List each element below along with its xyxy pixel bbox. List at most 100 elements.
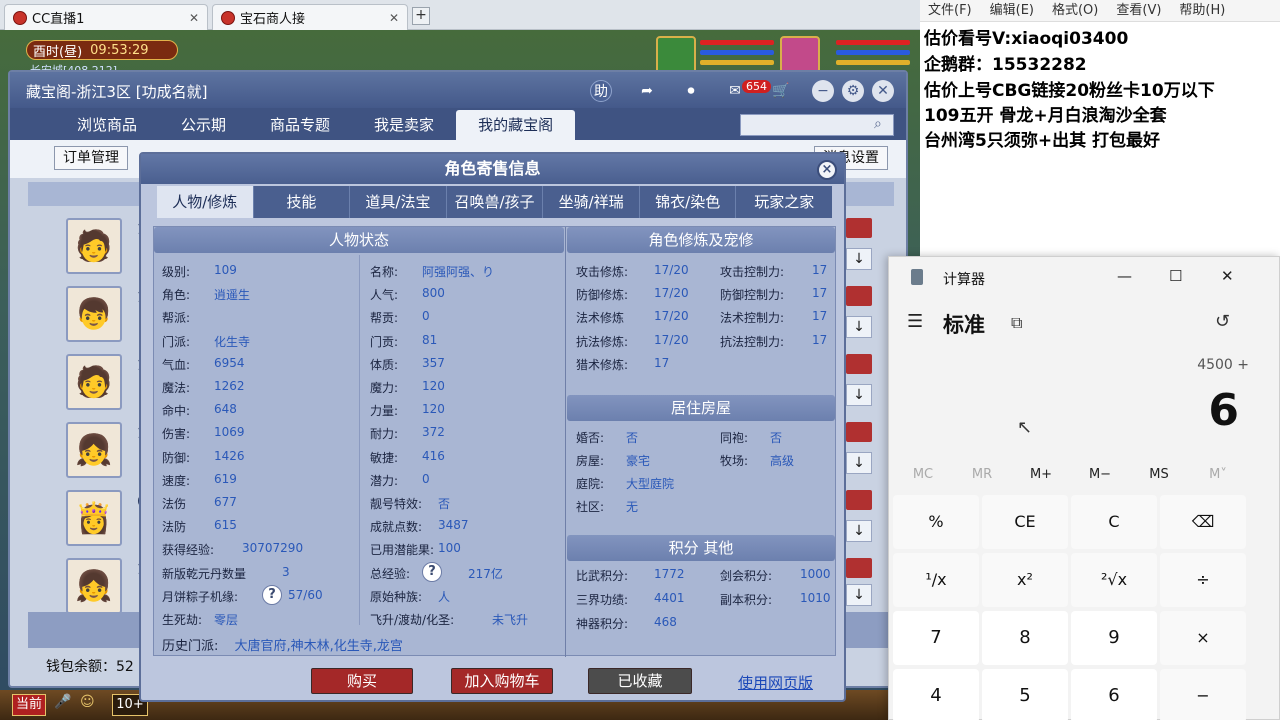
memory-button[interactable]: MS <box>1129 467 1189 482</box>
close-icon[interactable]: ✕ <box>872 80 894 102</box>
close-tab-icon[interactable]: ✕ <box>189 11 199 25</box>
notepad-line[interactable]: 估价上号CBG链接20粉丝卡10万以下 <box>924 76 1215 101</box>
memory-button[interactable]: MR <box>952 467 1012 482</box>
memory-button[interactable]: M− <box>1070 467 1130 482</box>
download-icon[interactable]: ↓ <box>846 316 872 338</box>
help-icon[interactable]: ? <box>422 561 442 582</box>
keep-on-top-icon[interactable]: ⧉ <box>1011 313 1022 333</box>
memory-button[interactable]: MC <box>893 467 953 482</box>
list-avatar[interactable]: 👧 <box>66 422 122 478</box>
hamburger-menu-icon[interactable]: ☰ <box>907 311 923 332</box>
nav-browse[interactable]: 浏览商品 <box>55 110 159 140</box>
new-tab-button[interactable]: + <box>412 7 430 25</box>
field-value: 1772 <box>654 567 685 581</box>
download-icon[interactable]: ↓ <box>846 248 872 270</box>
calc-key[interactable]: ÷ <box>1160 553 1246 607</box>
row-action-button[interactable] <box>846 422 872 442</box>
calc-key[interactable]: 7 <box>893 611 979 665</box>
notepad-line[interactable]: 台州湾5只须弥+出其 打包最好 <box>924 126 1160 151</box>
menu-file[interactable]: 文件(F) <box>928 0 972 21</box>
calc-key[interactable]: % <box>893 495 979 549</box>
tab-items[interactable]: 道具/法宝 <box>350 186 447 218</box>
nav-topics[interactable]: 商品专题 <box>248 110 352 140</box>
tab-pets[interactable]: 召唤兽/孩子 <box>447 186 544 218</box>
tab-outfits[interactable]: 锦衣/染色 <box>640 186 737 218</box>
share-icon[interactable]: ➦ <box>636 80 658 102</box>
calc-key[interactable]: ¹/x <box>893 553 979 607</box>
download-icon[interactable]: ↓ <box>846 520 872 542</box>
calc-key[interactable]: 6 <box>1071 669 1157 720</box>
download-icon[interactable]: ↓ <box>846 384 872 406</box>
memory-button[interactable]: M+ <box>1011 467 1071 482</box>
microphone-icon[interactable]: 🎤 <box>54 694 72 716</box>
row-action-button[interactable] <box>846 558 872 578</box>
memory-button[interactable]: M˅ <box>1188 467 1248 482</box>
menu-edit[interactable]: 编辑(E) <box>990 0 1034 21</box>
download-icon[interactable]: ↓ <box>846 452 872 474</box>
download-icon[interactable]: ↓ <box>846 584 872 606</box>
menu-help[interactable]: 帮助(H) <box>1179 0 1225 21</box>
calc-key[interactable]: 5 <box>982 669 1068 720</box>
emoji-icon[interactable]: ☺ <box>80 694 104 716</box>
help-icon[interactable]: ? <box>262 584 282 605</box>
calc-key[interactable]: × <box>1160 611 1246 665</box>
close-tab-icon[interactable]: ✕ <box>389 11 399 25</box>
calc-key[interactable]: 4 <box>893 669 979 720</box>
tab-mounts[interactable]: 坐骑/祥瑞 <box>543 186 640 218</box>
minimize-icon[interactable]: − <box>812 80 834 102</box>
close-icon: × <box>821 162 833 177</box>
list-avatar[interactable]: 🧑 <box>66 354 122 410</box>
menu-format[interactable]: 格式(O) <box>1052 0 1098 21</box>
close-icon[interactable]: ✕ <box>1221 267 1234 285</box>
cart-icon[interactable]: 🛒 <box>770 80 792 102</box>
tab-skills[interactable]: 技能 <box>254 186 351 218</box>
row-action-button[interactable] <box>846 490 872 510</box>
record-icon[interactable]: ⏺ <box>680 80 702 102</box>
list-avatar[interactable]: 👦 <box>66 286 122 342</box>
browser-tab-gem-merchant[interactable]: 宝石商人接 ✕ <box>212 4 408 30</box>
order-mgmt-button[interactable]: 订单管理 <box>54 146 128 170</box>
calc-key[interactable]: ²√x <box>1071 553 1157 607</box>
search-icon[interactable]: ⌕ <box>874 116 882 132</box>
dialog-close-button[interactable]: × <box>817 160 837 180</box>
nav-my-cbg[interactable]: 我的藏宝阁 <box>456 110 576 140</box>
dialog-title: 角色寄售信息 <box>141 154 844 184</box>
browser-tab-cc-live[interactable]: CC直播1 ✕ <box>4 4 208 30</box>
row-action-button[interactable] <box>846 354 872 374</box>
calc-key[interactable]: C <box>1071 495 1157 549</box>
calc-key[interactable]: − <box>1160 669 1246 720</box>
help-button[interactable]: 助 <box>590 80 612 102</box>
list-avatar[interactable]: 👧 <box>66 558 122 614</box>
list-avatar[interactable]: 🧑 <box>66 218 122 274</box>
row-action-button[interactable] <box>846 218 872 238</box>
gear-icon[interactable]: ⚙ <box>842 80 864 102</box>
nav-public[interactable]: 公示期 <box>159 110 248 140</box>
search-input[interactable] <box>740 114 894 136</box>
list-avatar[interactable]: 👸 <box>66 490 122 546</box>
menu-view[interactable]: 查看(V) <box>1116 0 1161 21</box>
use-web-version-link[interactable]: 使用网页版 <box>738 672 813 693</box>
minimize-icon[interactable]: — <box>1117 267 1132 285</box>
notepad-line[interactable]: 109五开 骨龙+月白浪淘沙全套 <box>924 101 1167 126</box>
notepad-line[interactable]: 估价看号V:xiaoqi03400 <box>924 24 1128 49</box>
add-to-cart-button[interactable]: 加入购物车 <box>451 668 553 694</box>
pet-avatar[interactable] <box>656 36 696 74</box>
tab-home[interactable]: 玩家之家 <box>736 186 832 218</box>
calc-key[interactable]: 8 <box>982 611 1068 665</box>
calc-key[interactable]: 9 <box>1071 611 1157 665</box>
maximize-icon[interactable]: ☐ <box>1169 267 1182 285</box>
row-action-button[interactable] <box>846 286 872 306</box>
buy-button[interactable]: 购买 <box>311 668 413 694</box>
history-icon[interactable]: ↺ <box>1215 311 1230 332</box>
tab-character[interactable]: 人物/修炼 <box>157 186 254 218</box>
saved-button[interactable]: 已收藏 <box>588 668 692 694</box>
character-avatar[interactable] <box>780 36 820 74</box>
calc-key[interactable]: x² <box>982 553 1068 607</box>
calc-key[interactable]: CE <box>982 495 1068 549</box>
current-channel-button[interactable]: 当前 <box>12 694 46 716</box>
nav-seller[interactable]: 我是卖家 <box>352 110 456 140</box>
notepad-line[interactable]: 企鹅群：15532282 <box>924 50 1087 75</box>
calc-key[interactable]: ⌫ <box>1160 495 1246 549</box>
field-label: 门贡: <box>370 334 399 349</box>
status-field: 帮贡: 0 <box>370 309 430 326</box>
